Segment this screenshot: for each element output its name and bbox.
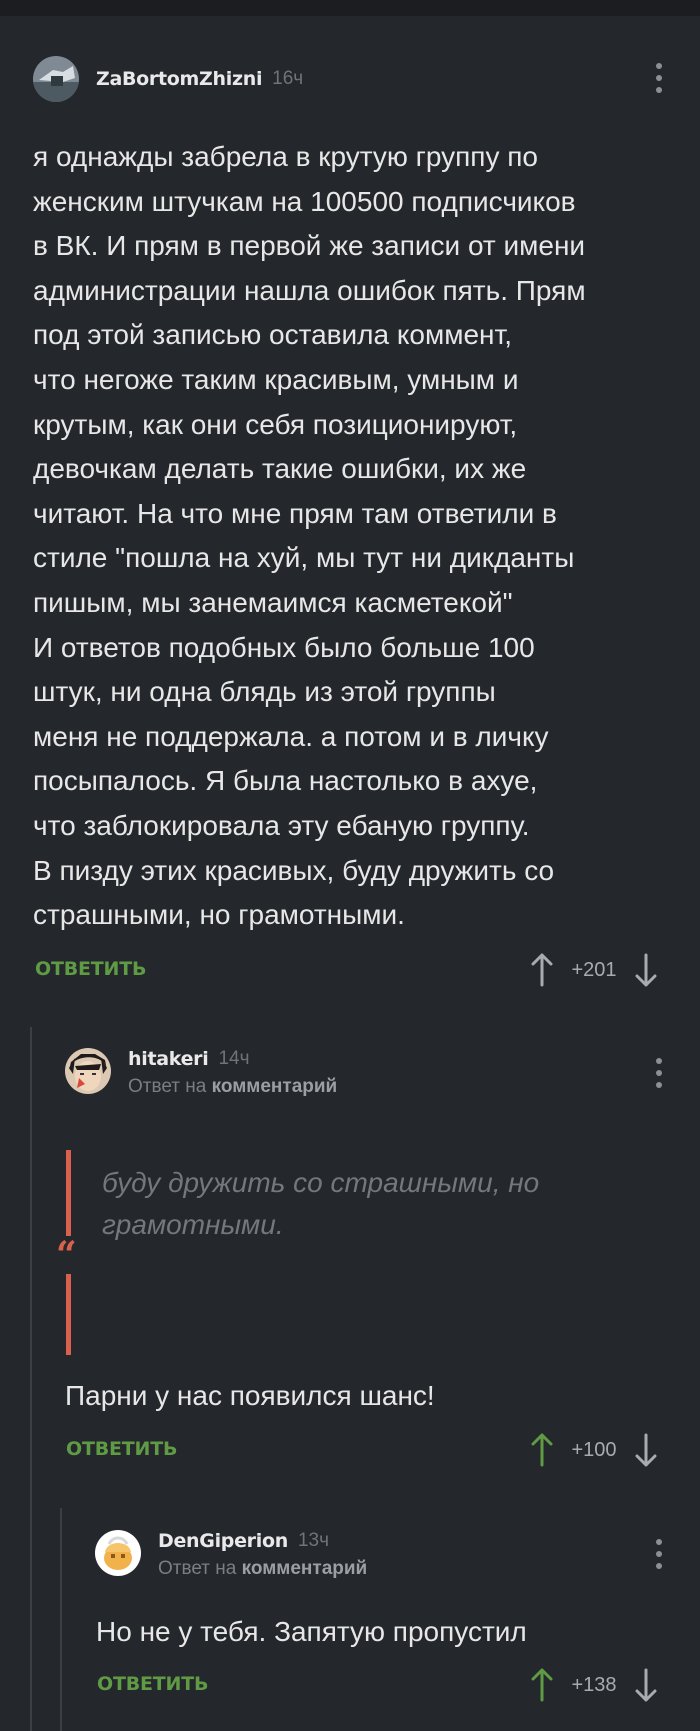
reply-button[interactable]: ОТВЕТИТЬ — [97, 1673, 208, 1695]
timestamp: 13ч — [297, 1530, 329, 1551]
reply-to-target[interactable]: комментарий — [212, 1076, 338, 1097]
arrow-up-icon[interactable] — [530, 1433, 554, 1467]
arrow-down-icon[interactable] — [634, 1433, 658, 1467]
username[interactable]: DenGiperion — [158, 1530, 288, 1552]
avatar[interactable] — [65, 1048, 111, 1094]
rating: +201 — [571, 958, 617, 981]
arrow-up-icon[interactable] — [530, 1668, 554, 1702]
reply-to-prefix: Ответ на — [158, 1558, 237, 1579]
vote-controls: +201 — [530, 953, 658, 987]
arrow-up-icon[interactable] — [530, 953, 554, 987]
reply-to-prefix: Ответ на — [128, 1076, 207, 1097]
more-vertical-icon[interactable] — [654, 1058, 664, 1088]
arrow-down-icon[interactable] — [634, 1668, 658, 1702]
reply-button[interactable]: ОТВЕТИТЬ — [66, 1438, 177, 1460]
reply-to-link[interactable]: Ответ на комментарий — [158, 1558, 367, 1580]
rating: +100 — [571, 1438, 617, 1461]
timestamp: 14ч — [218, 1048, 250, 1069]
more-vertical-icon[interactable] — [654, 1539, 664, 1569]
quote-icon: “ — [56, 1234, 77, 1276]
arrow-down-icon[interactable] — [634, 953, 658, 987]
vote-controls: +100 — [530, 1433, 658, 1467]
comment-header: hitakeri 14ч Ответ на комментарий — [65, 1048, 337, 1098]
comment-header: DenGiperion 13ч Ответ на комментарий — [95, 1530, 367, 1580]
comment-text: Парни у нас появился шанс! — [65, 1380, 435, 1411]
username[interactable]: ZaBortomZhizni — [96, 68, 262, 90]
avatar[interactable] — [95, 1530, 141, 1576]
quote-text: буду дружить со страшными, но грамотными… — [102, 1167, 540, 1240]
thread-line[interactable] — [30, 1027, 32, 1731]
timestamp: 16ч — [272, 68, 304, 89]
reply-to-target[interactable]: комментарий — [242, 1558, 368, 1579]
comment-text: я однажды забрела в крутую группу по жен… — [33, 141, 586, 931]
top-bar — [0, 0, 700, 16]
reply-button[interactable]: ОТВЕТИТЬ — [35, 958, 146, 980]
vote-controls: +138 — [530, 1668, 658, 1702]
comment-meta: DenGiperion 13ч Ответ на комментарий — [158, 1530, 367, 1580]
more-vertical-icon[interactable] — [654, 63, 664, 93]
rating: +138 — [571, 1673, 617, 1696]
avatar[interactable] — [33, 56, 79, 102]
thread-line[interactable] — [60, 1508, 62, 1731]
username[interactable]: hitakeri — [128, 1048, 209, 1070]
comment-header: ZaBortomZhizni 16ч — [33, 56, 303, 102]
comment-meta: hitakeri 14ч Ответ на комментарий — [128, 1048, 337, 1098]
reply-to-link[interactable]: Ответ на комментарий — [128, 1076, 337, 1098]
comment-text: Но не у тебя. Запятую пропустил — [96, 1616, 527, 1647]
